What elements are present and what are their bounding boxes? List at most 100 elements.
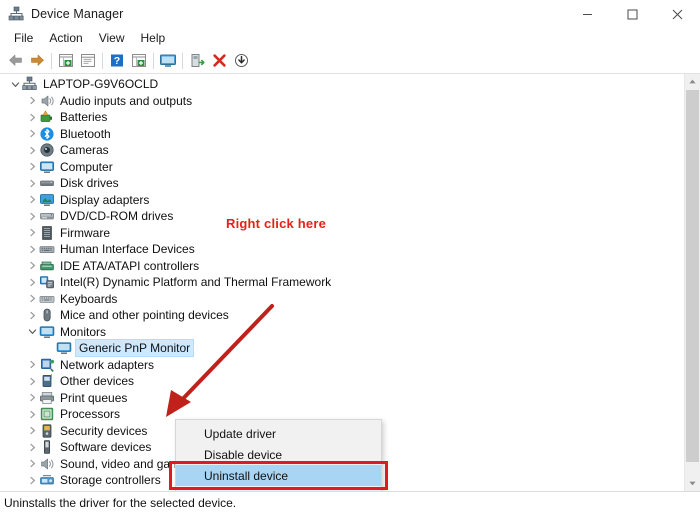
battery-icon — [39, 109, 55, 125]
computer-root-icon — [22, 76, 38, 92]
tree-expander-icon[interactable] — [25, 472, 39, 488]
tree-node-label: System devices — [60, 489, 144, 491]
scroll-up-arrow-icon[interactable] — [685, 74, 700, 89]
tree-node-label: Keyboards — [60, 291, 118, 306]
tree-expander-icon[interactable] — [25, 456, 39, 472]
tree-node[interactable]: Batteries — [0, 109, 685, 126]
tree-expander-icon[interactable] — [25, 406, 39, 422]
bluetooth-icon — [39, 126, 55, 142]
tree-expander-icon[interactable] — [25, 241, 39, 257]
tree-expander-icon[interactable] — [25, 324, 39, 340]
minimize-button[interactable] — [565, 0, 610, 28]
window-controls — [565, 0, 700, 28]
tree-expander-icon[interactable] — [25, 159, 39, 175]
tree-node[interactable]: Cameras — [0, 142, 685, 159]
menu-help[interactable]: Help — [133, 30, 174, 46]
device-tree-pane: LAPTOP-G9V6OCLD Audio inputs and outputs B… — [0, 74, 700, 492]
dvd-drive-icon — [39, 208, 55, 224]
processor-icon — [39, 406, 55, 422]
context-menu[interactable]: Update driver Disable device Uninstall dev… — [169, 419, 388, 491]
tree-expander-icon[interactable] — [25, 291, 39, 307]
tree-expander-icon[interactable] — [25, 93, 39, 109]
maximize-button[interactable] — [610, 0, 655, 28]
tree-node-label: Audio inputs and outputs — [60, 93, 193, 108]
scrollbar-thumb[interactable] — [686, 90, 699, 462]
tree-expander-icon[interactable] — [25, 373, 39, 389]
context-menu-item-disable-device[interactable]: Disable device — [176, 444, 381, 465]
context-menu-item-update-driver[interactable]: Update driver — [176, 423, 381, 444]
menu-action[interactable]: Action — [41, 30, 90, 46]
tree-node[interactable]: Monitors — [0, 324, 685, 341]
forward-button[interactable] — [26, 50, 48, 72]
tree-node[interactable]: Network adapters — [0, 357, 685, 374]
svg-text:!: ! — [50, 374, 52, 381]
tree-expander-icon[interactable] — [25, 175, 39, 191]
tree-expander-icon[interactable] — [25, 258, 39, 274]
tree-expander-icon[interactable] — [25, 274, 39, 290]
tree-node[interactable]: Firmware — [0, 225, 685, 242]
tree-node[interactable]: Audio inputs and outputs — [0, 93, 685, 110]
tree-node-label: LAPTOP-G9V6OCLD — [43, 77, 159, 92]
tree-node-label: Security devices — [60, 423, 148, 438]
computer-icon — [39, 159, 55, 175]
tree-expander-icon[interactable] — [25, 192, 39, 208]
tree-node[interactable]: Display adapters — [0, 192, 685, 209]
tree-node[interactable]: Intel(R) Dynamic Platform and Thermal Fr… — [0, 274, 685, 291]
tree-expander-icon[interactable] — [25, 307, 39, 323]
tree-expander-icon[interactable] — [25, 126, 39, 142]
show-hide-console-tree-button[interactable] — [55, 50, 77, 72]
tree-node-label: Mice and other pointing devices — [60, 308, 229, 323]
tree-expander-icon[interactable] — [25, 423, 39, 439]
tree-expander-icon[interactable] — [25, 390, 39, 406]
display-adapter-icon — [39, 192, 55, 208]
tree-expander-icon[interactable] — [25, 225, 39, 241]
tree-node-label: Processors — [60, 407, 121, 422]
uninstall-device-button[interactable] — [208, 50, 230, 72]
other-device-icon: ! — [39, 373, 55, 389]
tree-expander-icon[interactable] — [25, 489, 39, 491]
tree-node-label: Computer — [60, 159, 113, 174]
tree-expander-icon[interactable] — [25, 439, 39, 455]
properties-button[interactable] — [77, 50, 99, 72]
scroll-down-arrow-icon[interactable] — [685, 476, 700, 491]
context-menu-separator — [177, 489, 380, 490]
update-driver-button[interactable] — [186, 50, 208, 72]
tree-expander-icon[interactable] — [25, 357, 39, 373]
back-button[interactable] — [4, 50, 26, 72]
toolbar-separator-1 — [51, 52, 52, 69]
tree-expander-icon[interactable] — [42, 340, 56, 356]
tree-expander-icon[interactable] — [25, 109, 39, 125]
close-button[interactable] — [655, 0, 700, 28]
tree-node-label: Human Interface Devices — [60, 242, 195, 257]
sound-device-icon — [39, 456, 55, 472]
tree-expander-icon[interactable] — [25, 142, 39, 158]
tree-node[interactable]: ! Other devices — [0, 373, 685, 390]
tree-node[interactable]: Mice and other pointing devices — [0, 307, 685, 324]
tree-node[interactable]: Human Interface Devices — [0, 241, 685, 258]
tree-node[interactable]: Generic PnP Monitor — [0, 340, 685, 357]
tree-expander-icon[interactable] — [25, 208, 39, 224]
vertical-scrollbar[interactable] — [684, 74, 700, 491]
tree-node-label: Batteries — [60, 110, 108, 125]
tree-root-node[interactable]: LAPTOP-G9V6OCLD — [0, 76, 685, 93]
tree-node-label: Print queues — [60, 390, 128, 405]
toolbar-separator-3 — [153, 52, 154, 69]
tree-node[interactable]: Bluetooth — [0, 126, 685, 143]
menu-file[interactable]: File — [6, 30, 41, 46]
tree-node[interactable]: IDE ATA/ATAPI controllers — [0, 258, 685, 275]
tree-node[interactable]: DVD/CD-ROM drives — [0, 208, 685, 225]
tree-node[interactable]: Disk drives — [0, 175, 685, 192]
tree-expander-icon[interactable] — [8, 76, 22, 92]
context-menu-item-uninstall-device[interactable]: Uninstall device — [169, 461, 388, 490]
help-button[interactable]: ? — [106, 50, 128, 72]
show-hide-details-button[interactable] — [128, 50, 150, 72]
printer-icon — [39, 390, 55, 406]
menu-view[interactable]: View — [91, 30, 133, 46]
scan-hardware-changes-button[interactable] — [157, 50, 179, 72]
tree-node[interactable]: Keyboards — [0, 291, 685, 308]
tree-node[interactable]: Computer — [0, 159, 685, 176]
monitor-icon — [39, 324, 55, 340]
disable-device-button[interactable] — [230, 50, 252, 72]
tree-node[interactable]: Print queues — [0, 390, 685, 407]
tree-node-label: Generic PnP Monitor — [76, 340, 194, 357]
